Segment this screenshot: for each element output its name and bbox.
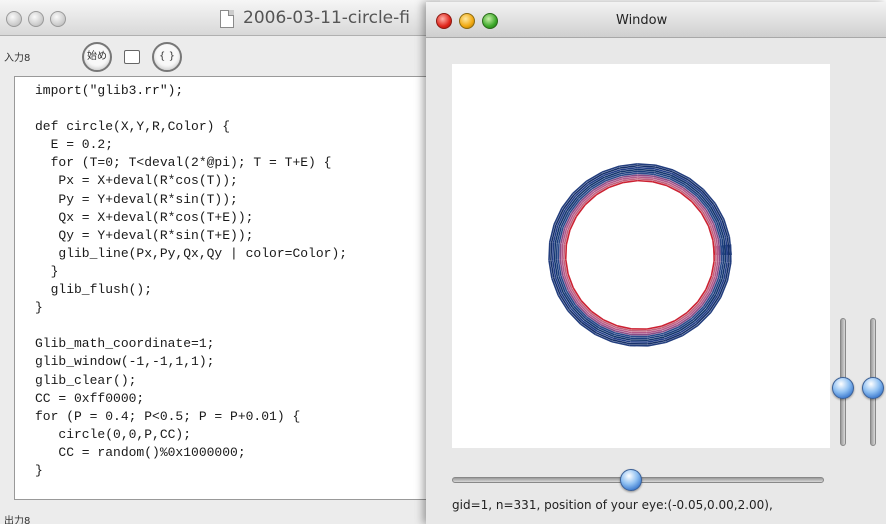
status-text: gid=1, n=331, position of your eye:(-0.0… <box>452 498 773 512</box>
code-editor[interactable]: import("glib3.rr"); def circle(X,Y,R,Colo… <box>14 76 430 500</box>
drawing-canvas[interactable] <box>452 64 830 448</box>
code-line: def circle(X,Y,R,Color) { <box>35 119 231 135</box>
ring-segment <box>548 242 551 261</box>
close-button[interactable] <box>6 11 22 27</box>
ring-segment <box>563 244 566 260</box>
vertical-slider-knob-right[interactable] <box>862 377 884 400</box>
ring-segment <box>557 243 560 260</box>
code-line: glib_flush(); <box>35 282 153 298</box>
code-line: } <box>35 462 43 478</box>
ring-segment <box>637 168 655 172</box>
code-line: glib_window(-1,-1,1,1); <box>35 354 215 370</box>
ring-segment <box>561 243 564 260</box>
minimize-button[interactable] <box>459 13 475 29</box>
code-line: CC = random()%0x1000000; <box>35 444 246 460</box>
ring-segment <box>550 242 553 261</box>
braces-button[interactable]: { } <box>152 42 182 72</box>
ring-segment <box>555 243 558 260</box>
ring-segment <box>637 177 654 181</box>
editor-window: 2006-03-11-circle-fi 入力8 始め { } import("… <box>0 0 440 524</box>
ring-segment <box>637 166 655 170</box>
code-line: E = 0.2; <box>35 137 114 153</box>
editor-toolbar: 入力8 始め { } <box>0 36 440 74</box>
code-line: glib_clear(); <box>35 372 137 388</box>
code-line: circle(0,0,P,CC); <box>35 426 192 442</box>
close-button[interactable] <box>436 13 452 29</box>
code-line: Qy = Y+deval(R*sin(T+E)); <box>35 227 254 243</box>
code-line: import("glib3.rr"); <box>35 83 184 98</box>
minimize-button[interactable] <box>28 11 44 27</box>
stop-button[interactable] <box>124 50 140 64</box>
output-label: 出力8 <box>4 516 31 524</box>
ring-segment <box>637 163 656 166</box>
zoom-button[interactable] <box>50 11 66 27</box>
ring-segment <box>637 174 654 177</box>
code-lines: import("glib3.rr"); def circle(X,Y,R,Colo… <box>35 82 347 480</box>
code-line: CC = 0xff0000; <box>35 390 145 406</box>
ring-segment <box>553 242 557 261</box>
code-line: Px = X+deval(R*cos(T)); <box>35 173 238 189</box>
vertical-slider-knob-left[interactable] <box>832 377 854 400</box>
horizontal-slider-knob[interactable] <box>619 469 642 491</box>
ring-segment <box>637 172 654 176</box>
editor-titlebar[interactable]: 2006-03-11-circle-fi <box>0 0 440 36</box>
start-button[interactable]: 始め <box>82 42 112 72</box>
code-line: } <box>35 263 59 279</box>
graphics-window: Window gid=1, n=331, position of your ey… <box>426 2 886 524</box>
code-line: } <box>35 300 43 316</box>
ring-segment <box>637 170 655 174</box>
document-icon <box>220 10 234 28</box>
code-line: Qx = X+deval(R*cos(T+E)); <box>35 209 254 225</box>
window-title: Window <box>616 13 668 28</box>
ring-segment <box>551 242 555 261</box>
code-line: Glib_math_coordinate=1; <box>35 336 215 352</box>
ring-segment <box>637 164 656 168</box>
ring-segment <box>559 243 562 260</box>
ring-segment <box>564 244 568 260</box>
input-label: 入力8 <box>4 53 31 64</box>
code-line: for (T=0; T<deval(2*@pi); T = T+E) { <box>35 155 332 171</box>
ring-segment <box>637 179 653 183</box>
circle-rings-plot <box>548 163 732 347</box>
graphics-titlebar[interactable]: Window <box>426 2 886 38</box>
code-line: for (P = 0.4; P<0.5; P = P+0.01) { <box>35 408 301 424</box>
document-title: 2006-03-11-circle-fi <box>243 8 410 28</box>
code-line: glib_line(Px,Py,Qx,Qy | color=Color); <box>35 245 348 261</box>
ring-segment <box>637 176 654 179</box>
zoom-button[interactable] <box>482 13 498 29</box>
code-line: Py = Y+deval(R*sin(T)); <box>35 191 238 207</box>
